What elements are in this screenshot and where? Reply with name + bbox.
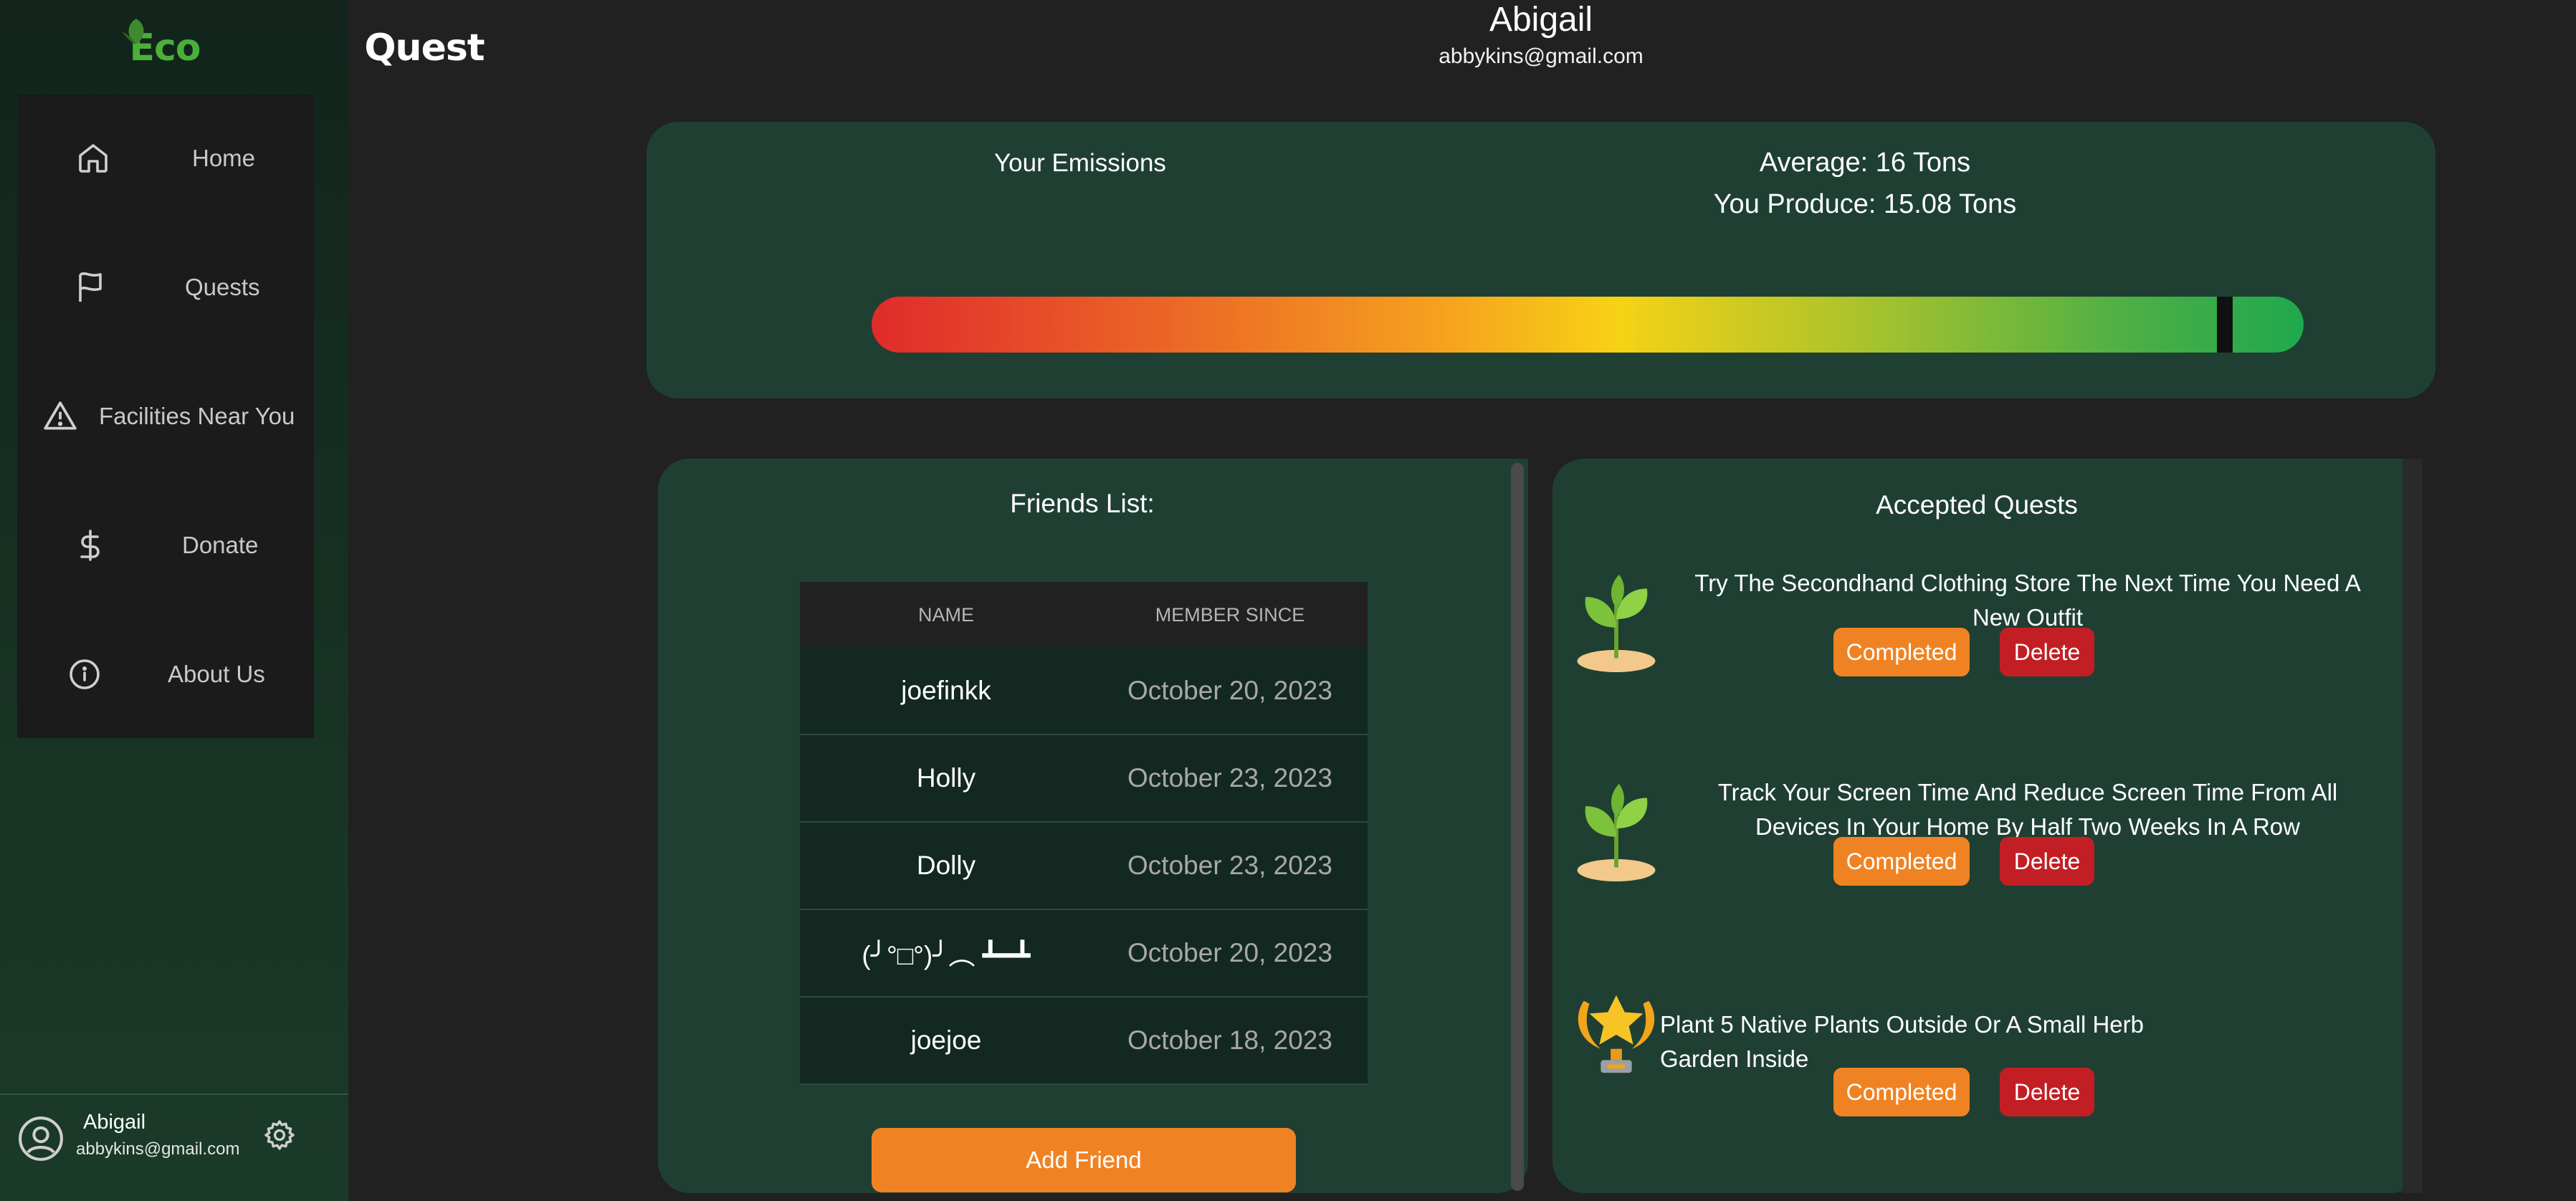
friend-name: Holly <box>916 763 976 793</box>
friend-member-since: October 23, 2023 <box>1127 851 1332 880</box>
friend-name: (╯°□°)╯︵ ┻━┻ <box>862 941 1031 970</box>
friends-title: Friends List: <box>1010 489 1155 518</box>
table-header: NAME MEMBER SINCE <box>800 582 1368 648</box>
emissions-average: Average: 16 Tons <box>1759 148 1971 178</box>
table-row[interactable]: joefinkk October 20, 2023 <box>800 648 1368 735</box>
sidebar-user-name: Abigail <box>83 1111 146 1134</box>
quest-completed-button[interactable]: Completed <box>1833 1068 1970 1116</box>
sidebar: Eco Quest Home Quests Facilities Near You <box>0 0 485 1201</box>
quest-completed-button[interactable]: Completed <box>1833 628 1970 676</box>
emissions-gauge-bar <box>872 297 2304 353</box>
quest-delete-button[interactable]: Delete <box>2000 628 2094 676</box>
column-header-name: NAME <box>917 603 974 626</box>
friend-name: joejoe <box>910 1025 982 1055</box>
emissions-produce: You Produce: 15.08 Tons <box>1713 189 2017 219</box>
quest-text: Track Your Screen Time And Reduce Screen… <box>1717 779 2338 840</box>
sidebar-item-label: Home <box>192 145 256 171</box>
quest-completed-button[interactable]: Completed <box>1833 837 1970 886</box>
profile-email: abbykins@gmail.com <box>1439 44 1644 68</box>
table-row[interactable]: Dolly October 23, 2023 <box>800 823 1368 910</box>
sidebar-item-label: Facilities Near You <box>99 403 295 429</box>
sidebar-item-facilities[interactable]: Facilities Near You <box>17 363 314 470</box>
info-icon <box>66 656 103 693</box>
user-avatar-icon[interactable] <box>17 1115 65 1162</box>
quest-text: Plant 5 Native Plants Outside Or A Small… <box>1660 1011 2144 1072</box>
quests-card: Accepted Quests Try The Secondhand Cloth… <box>1552 459 2423 1193</box>
quest-delete-button[interactable]: Delete <box>2000 837 2094 886</box>
friend-member-since: October 20, 2023 <box>1127 676 1332 705</box>
quest-item: Plant 5 Native Plants Outside Or A Small… <box>1552 989 2401 1175</box>
friend-member-since: October 20, 2023 <box>1127 938 1332 967</box>
sidebar-item-quests[interactable]: Quests <box>17 234 314 341</box>
sidebar-item-donate[interactable]: Donate <box>17 492 314 599</box>
nav-panel: Home Quests Facilities Near You Donate A… <box>17 95 314 738</box>
friend-member-since: October 23, 2023 <box>1127 763 1332 793</box>
friend-member-since: October 18, 2023 <box>1127 1025 1332 1055</box>
quests-scrollbar[interactable] <box>2403 459 2423 1193</box>
quest-delete-button[interactable]: Delete <box>2000 1068 2094 1116</box>
sidebar-user-box: Abigail abbykins@gmail.com <box>0 1094 348 1201</box>
sidebar-item-label: Quests <box>185 274 260 300</box>
profile-name: Abigail <box>1489 1 1593 39</box>
emissions-title: Your Emissions <box>994 149 1166 177</box>
gear-icon[interactable] <box>262 1118 297 1152</box>
column-header-member-since: MEMBER SINCE <box>1155 603 1305 626</box>
quest-item: Try The Secondhand Clothing Store The Ne… <box>1552 566 2401 752</box>
sidebar-user-email: abbykins@gmail.com <box>76 1139 240 1159</box>
emissions-card: Your Emissions Average: 16 Tons You Prod… <box>647 122 2436 398</box>
friends-table: NAME MEMBER SINCE joefinkk October 20, 2… <box>800 582 1368 1085</box>
table-row[interactable]: joejoe October 18, 2023 <box>800 997 1368 1085</box>
home-icon <box>75 140 112 177</box>
quest-text: Try The Secondhand Clothing Store The Ne… <box>1694 570 2361 631</box>
dollar-icon <box>72 527 109 564</box>
sidebar-item-label: Donate <box>182 532 259 558</box>
friends-scrollbar[interactable] <box>1511 463 1524 1191</box>
trophy-icon <box>1578 995 1655 1073</box>
sprout-icon <box>1577 574 1656 672</box>
quest-item: Track Your Screen Time And Reduce Screen… <box>1552 775 2401 962</box>
emissions-gauge-marker <box>2217 297 2233 353</box>
table-row[interactable]: Holly October 23, 2023 <box>800 735 1368 823</box>
quests-title: Accepted Quests <box>1876 490 2078 520</box>
flag-icon <box>72 269 109 306</box>
sidebar-item-about[interactable]: About Us <box>17 621 314 728</box>
sidebar-item-home[interactable]: Home <box>17 105 314 212</box>
friends-card: Friends List: NAME MEMBER SINCE joefinkk… <box>658 459 1528 1193</box>
friend-name: joefinkk <box>901 676 991 705</box>
ecoquest-logo[interactable]: Eco Quest <box>0 16 485 80</box>
friend-name: Dolly <box>916 851 976 880</box>
sidebar-item-label: About Us <box>168 661 265 687</box>
warning-icon <box>42 398 79 435</box>
add-friend-button[interactable]: Add Friend <box>872 1128 1296 1192</box>
table-row[interactable]: (╯°□°)╯︵ ┻━┻ October 20, 2023 <box>800 910 1368 997</box>
sprout-icon <box>1577 783 1656 881</box>
